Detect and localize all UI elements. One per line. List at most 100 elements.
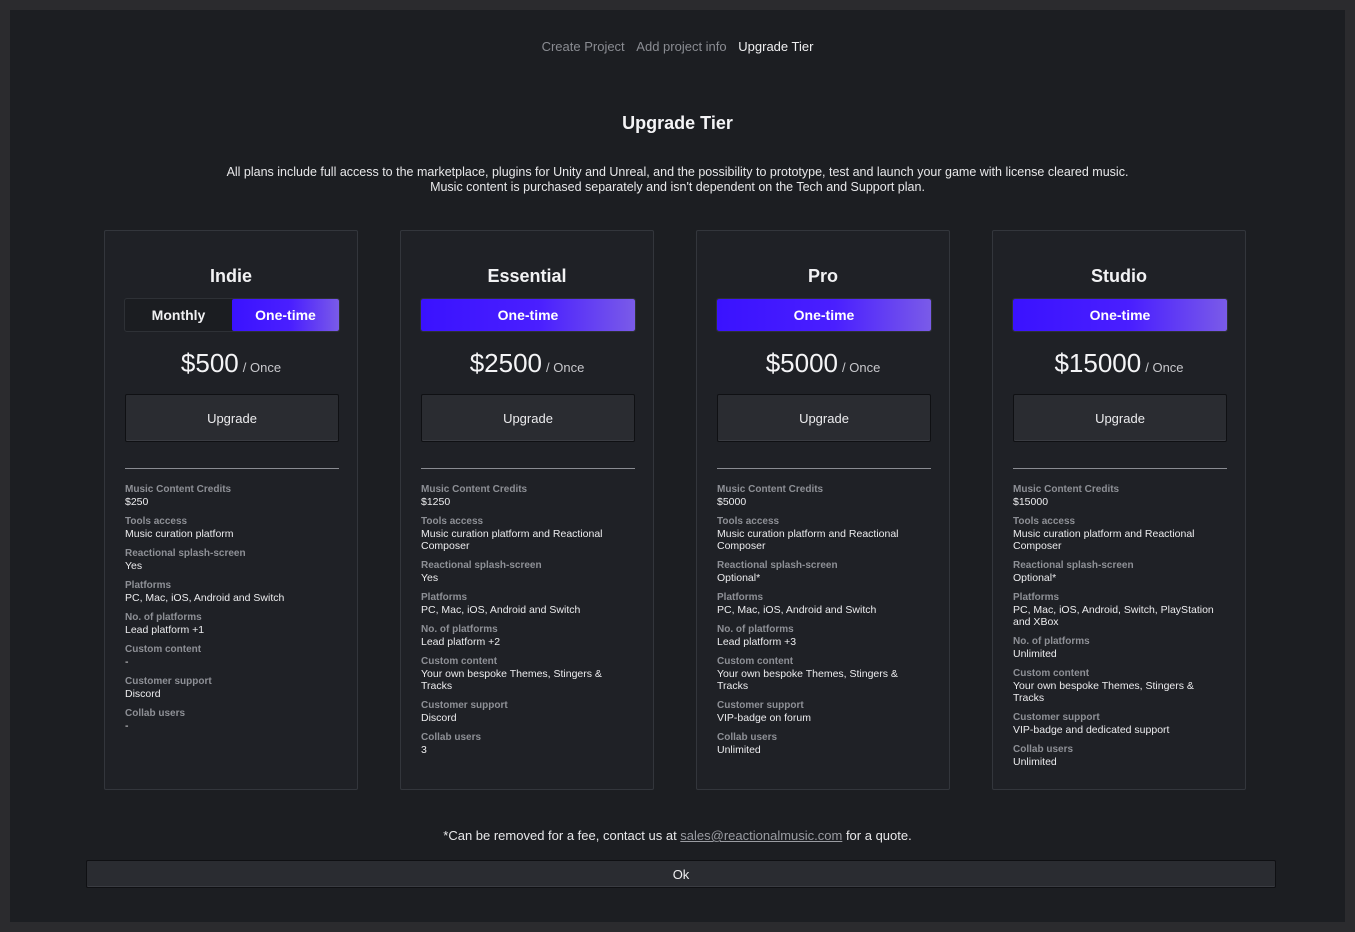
feature-value: PC, Mac, iOS, Android and Switch	[125, 592, 285, 604]
footnote-text-before: *Can be removed for a fee, contact us at	[443, 828, 681, 843]
price-period: / Once	[842, 360, 881, 375]
feature-label: Music Content Credits	[1013, 484, 1120, 495]
feature-value: Music curation platform	[125, 528, 234, 540]
feature-value: Your own bespoke Themes, Stingers & Trac…	[421, 668, 602, 692]
upgrade-button-studio[interactable]: Upgrade	[1013, 394, 1227, 442]
plan-name: Essential	[487, 266, 567, 286]
feature-label: Custom content	[125, 644, 202, 655]
feature-label: Collab users	[717, 732, 778, 743]
plan-name: Pro	[807, 266, 838, 286]
feature-collab-users: Collab users Unlimited	[717, 732, 931, 756]
feature-label: Reactional splash-screen	[717, 560, 838, 571]
feature-customer-support: Customer support VIP-badge and dedicated …	[1013, 712, 1227, 736]
feature-no-of-platforms: No. of platforms Lead platform +3	[717, 624, 931, 648]
feature-label: Collab users	[125, 708, 186, 719]
feature-splash-screen: Reactional splash-screen Optional*	[717, 560, 931, 584]
plan-card-studio: Studio One-time $15000/ Once Upgrade Mus…	[992, 230, 1246, 790]
feature-platforms: Platforms PC, Mac, iOS, Android and Switc…	[125, 580, 339, 604]
feature-collab-users: Collab users -	[125, 708, 339, 732]
feature-collab-users: Collab users Unlimited	[1013, 744, 1227, 768]
feature-label: Custom content	[1013, 668, 1090, 679]
toggle-one-time[interactable]: One-time	[717, 299, 931, 331]
feature-label: Music Content Credits	[421, 484, 528, 495]
feature-music-credits: Music Content Credits $5000	[717, 484, 931, 508]
feature-value: $1250	[421, 496, 451, 508]
feature-list: Music Content Credits $5000 Tools access M…	[717, 484, 931, 764]
feature-label: Collab users	[421, 732, 482, 743]
upgrade-button-essential[interactable]: Upgrade	[421, 394, 635, 442]
billing-toggle: One-time	[1012, 298, 1228, 332]
price-period: / Once	[242, 360, 282, 375]
divider	[125, 468, 339, 469]
footnote-text-after: for a quote.	[842, 828, 912, 843]
sales-email-link[interactable]: sales@reactionalmusic.com	[680, 828, 842, 843]
billing-toggle: One-time	[420, 298, 636, 332]
feature-value: Discord	[125, 688, 161, 700]
plan-card-pro: Pro One-time $5000 / Once Upgrade Music C…	[696, 230, 950, 790]
feature-label: No. of platforms	[717, 624, 794, 635]
feature-no-of-platforms: No. of platforms Unlimited	[1013, 636, 1227, 660]
feature-list: Music Content Credits $250 Tools access Mu…	[125, 484, 339, 740]
breadcrumb-upgrade-tier: Upgrade Tier	[738, 39, 814, 54]
feature-label: Collab users	[1013, 744, 1074, 755]
feature-value: PC, Mac, iOS, Android and Switch	[421, 604, 581, 616]
divider	[1013, 468, 1227, 469]
feature-tools-access: Tools access Music curation platform and …	[1013, 516, 1227, 552]
plan-price: $15000/ Once	[993, 348, 1245, 379]
upgrade-tier-window: Create Project Add project info Upgrade …	[10, 10, 1345, 922]
feature-value: $250	[125, 496, 149, 508]
feature-label: Tools access	[717, 516, 780, 527]
ok-button[interactable]: Ok	[86, 860, 1276, 888]
intro-line-2: Music content is purchased separately an…	[430, 180, 925, 194]
price-period: / Once	[1145, 360, 1184, 375]
price-amount: $500	[180, 348, 239, 378]
intro-text: All plans include full access to the mar…	[10, 165, 1345, 195]
feature-customer-support: Customer support VIP-badge on forum	[717, 700, 931, 724]
feature-value: Your own bespoke Themes, Stingers & Trac…	[1013, 680, 1194, 704]
feature-label: Reactional splash-screen	[1013, 560, 1134, 571]
plan-price: $2500 / Once	[401, 348, 653, 379]
feature-custom-content: Custom content -	[125, 644, 339, 668]
feature-value: Yes	[125, 560, 143, 572]
feature-value: -	[125, 720, 129, 732]
toggle-one-time[interactable]: One-time	[1013, 299, 1227, 331]
feature-label: Platforms	[125, 580, 172, 591]
feature-label: No. of platforms	[125, 612, 202, 623]
feature-platforms: Platforms PC, Mac, iOS, Android, Switch, …	[1013, 592, 1227, 628]
plan-price: $5000 / Once	[697, 348, 949, 379]
feature-custom-content: Custom content Your own bespoke Themes, S…	[1013, 668, 1227, 704]
feature-platforms: Platforms PC, Mac, iOS, Android and Switc…	[717, 592, 931, 616]
feature-label: No. of platforms	[1013, 636, 1090, 647]
feature-custom-content: Custom content Your own bespoke Themes, S…	[421, 656, 635, 692]
feature-value: Lead platform +1	[125, 624, 205, 636]
feature-label: Custom content	[421, 656, 498, 667]
feature-splash-screen: Reactional splash-screen Yes	[421, 560, 635, 584]
feature-value: Optional*	[1013, 572, 1057, 584]
billing-toggle: One-time	[716, 298, 932, 332]
toggle-one-time[interactable]: One-time	[421, 299, 635, 331]
page-title: Upgrade Tier	[622, 113, 733, 133]
price-amount: $2500	[469, 348, 542, 378]
feature-label: Customer support	[125, 676, 212, 687]
feature-value: PC, Mac, iOS, Android and Switch	[717, 604, 877, 616]
upgrade-button-pro[interactable]: Upgrade	[717, 394, 931, 442]
feature-list: Music Content Credits $15000 Tools access…	[1013, 484, 1227, 776]
feature-customer-support: Customer support Discord	[125, 676, 339, 700]
price-amount: $15000	[1054, 348, 1142, 378]
upgrade-button-indie[interactable]: Upgrade	[125, 394, 339, 442]
breadcrumb-add-project-info[interactable]: Add project info	[636, 39, 726, 54]
feature-value: Lead platform +3	[717, 636, 797, 648]
feature-label: Reactional splash-screen	[421, 560, 542, 571]
feature-platforms: Platforms PC, Mac, iOS, Android and Switc…	[421, 592, 635, 616]
feature-value: VIP-badge and dedicated support	[1013, 724, 1170, 736]
breadcrumb-create-project[interactable]: Create Project	[542, 39, 625, 54]
toggle-monthly[interactable]: Monthly	[125, 299, 232, 331]
feature-value: Lead platform +2	[421, 636, 501, 648]
feature-label: Tools access	[421, 516, 484, 527]
feature-music-credits: Music Content Credits $15000	[1013, 484, 1227, 508]
feature-value: Your own bespoke Themes, Stingers & Trac…	[717, 668, 898, 692]
toggle-one-time[interactable]: One-time	[232, 299, 339, 331]
feature-value: VIP-badge on forum	[717, 712, 811, 724]
feature-music-credits: Music Content Credits $250	[125, 484, 339, 508]
price-period: / Once	[546, 360, 585, 375]
